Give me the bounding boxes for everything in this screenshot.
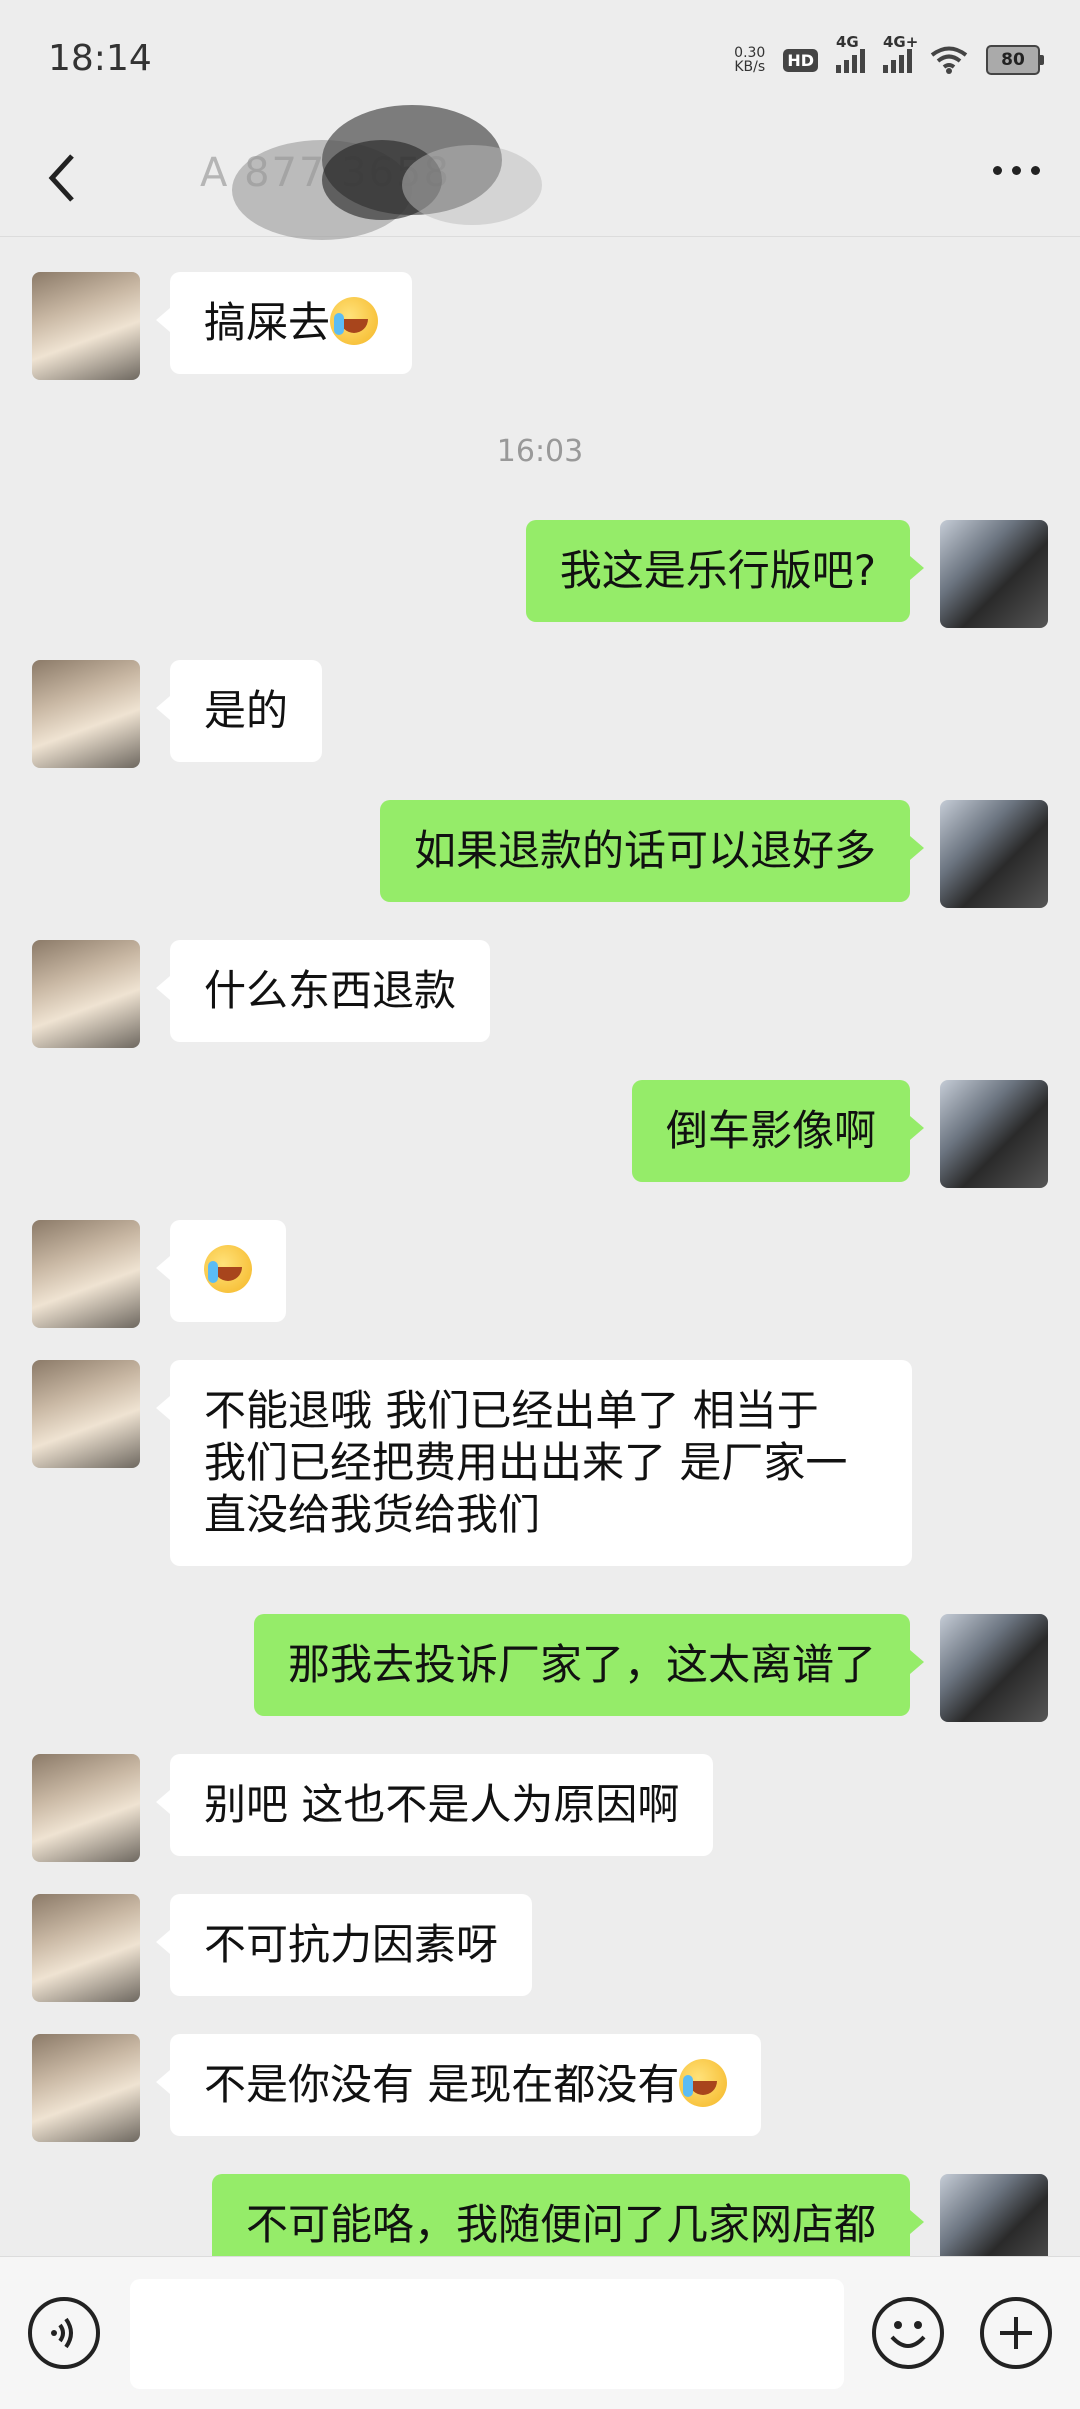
face-with-tears-emoji-icon: [204, 1245, 252, 1293]
message-input[interactable]: [130, 2279, 844, 2389]
redaction-scribble: [232, 105, 542, 240]
message-bubble-outgoing[interactable]: 倒车影像啊: [631, 1080, 925, 1182]
back-arrow-icon[interactable]: [34, 148, 94, 208]
chat-message-list: 搞屎去 16:03 我这是乐行版吧? 是的 如果退款的话可以退好多 什么东西退款…: [0, 236, 1080, 2256]
contact-avatar[interactable]: [32, 272, 140, 380]
message-bubble-outgoing[interactable]: 我这是乐行版吧?: [525, 520, 925, 622]
message-bubble-outgoing[interactable]: 那我去投诉厂家了，这太离谱了: [253, 1614, 925, 1716]
hd-icon: HD: [783, 48, 818, 72]
message-bubble-incoming[interactable]: 别吧 这也不是人为原因啊: [155, 1754, 714, 1856]
message-bubble-incoming[interactable]: 不可抗力因素呀: [155, 1894, 533, 1996]
voice-input-button[interactable]: [28, 2297, 100, 2369]
message-bubble-incoming[interactable]: 什么东西退款: [155, 940, 491, 1042]
signal-4g-icon: 4G: [836, 33, 865, 73]
smiley-icon: [890, 2321, 926, 2348]
self-avatar[interactable]: [940, 2174, 1048, 2256]
message-bubble-incoming[interactable]: 搞屎去: [155, 272, 413, 374]
battery-icon: 80: [986, 45, 1044, 75]
contact-avatar[interactable]: [32, 660, 140, 768]
contact-avatar[interactable]: [32, 2034, 140, 2142]
contact-avatar[interactable]: [32, 1220, 140, 1328]
status-icons: 0.30 KB/s HD 4G 4G+ 80: [734, 33, 1044, 80]
signal-4g-plus-icon: 4G+: [883, 33, 918, 73]
contact-avatar[interactable]: [32, 1360, 140, 1468]
status-time: 18:14: [48, 38, 152, 79]
self-avatar[interactable]: [940, 1080, 1048, 1188]
message-bubble-incoming[interactable]: 是的: [155, 660, 323, 762]
face-with-tears-emoji-icon: [679, 2059, 728, 2107]
message-bubble-outgoing[interactable]: 不可能咯，我随便问了几家网店都: [211, 2174, 925, 2256]
voice-icon: [51, 2317, 73, 2349]
self-avatar[interactable]: [940, 520, 1048, 628]
chat-header: A 877 3658: [0, 105, 1080, 240]
face-with-tears-emoji-icon: [330, 297, 379, 345]
message-bubble-incoming[interactable]: 不能退哦 我们已经出单了 相当于 我们已经把费用出出来了 是厂家一 直没给我货给…: [156, 1360, 912, 1566]
contact-avatar[interactable]: [32, 1754, 140, 1862]
emoji-button[interactable]: [872, 2297, 944, 2369]
message-bubble-outgoing[interactable]: 如果退款的话可以退好多: [379, 800, 925, 902]
input-toolbar: [0, 2256, 1080, 2409]
contact-avatar[interactable]: [32, 940, 140, 1048]
more-options-icon[interactable]: [993, 166, 1040, 175]
message-bubble-incoming[interactable]: [156, 1220, 286, 1322]
self-avatar[interactable]: [940, 1614, 1048, 1722]
self-avatar[interactable]: [940, 800, 1048, 908]
network-speed: 0.30 KB/s: [734, 45, 766, 75]
more-functions-button[interactable]: [980, 2297, 1052, 2369]
contact-avatar[interactable]: [32, 1894, 140, 2002]
plus-icon: [1000, 2317, 1032, 2349]
wifi-icon: [930, 46, 968, 74]
message-timestamp: 16:03: [496, 434, 584, 469]
message-bubble-incoming[interactable]: 不是你没有 是现在都没有: [155, 2034, 762, 2136]
